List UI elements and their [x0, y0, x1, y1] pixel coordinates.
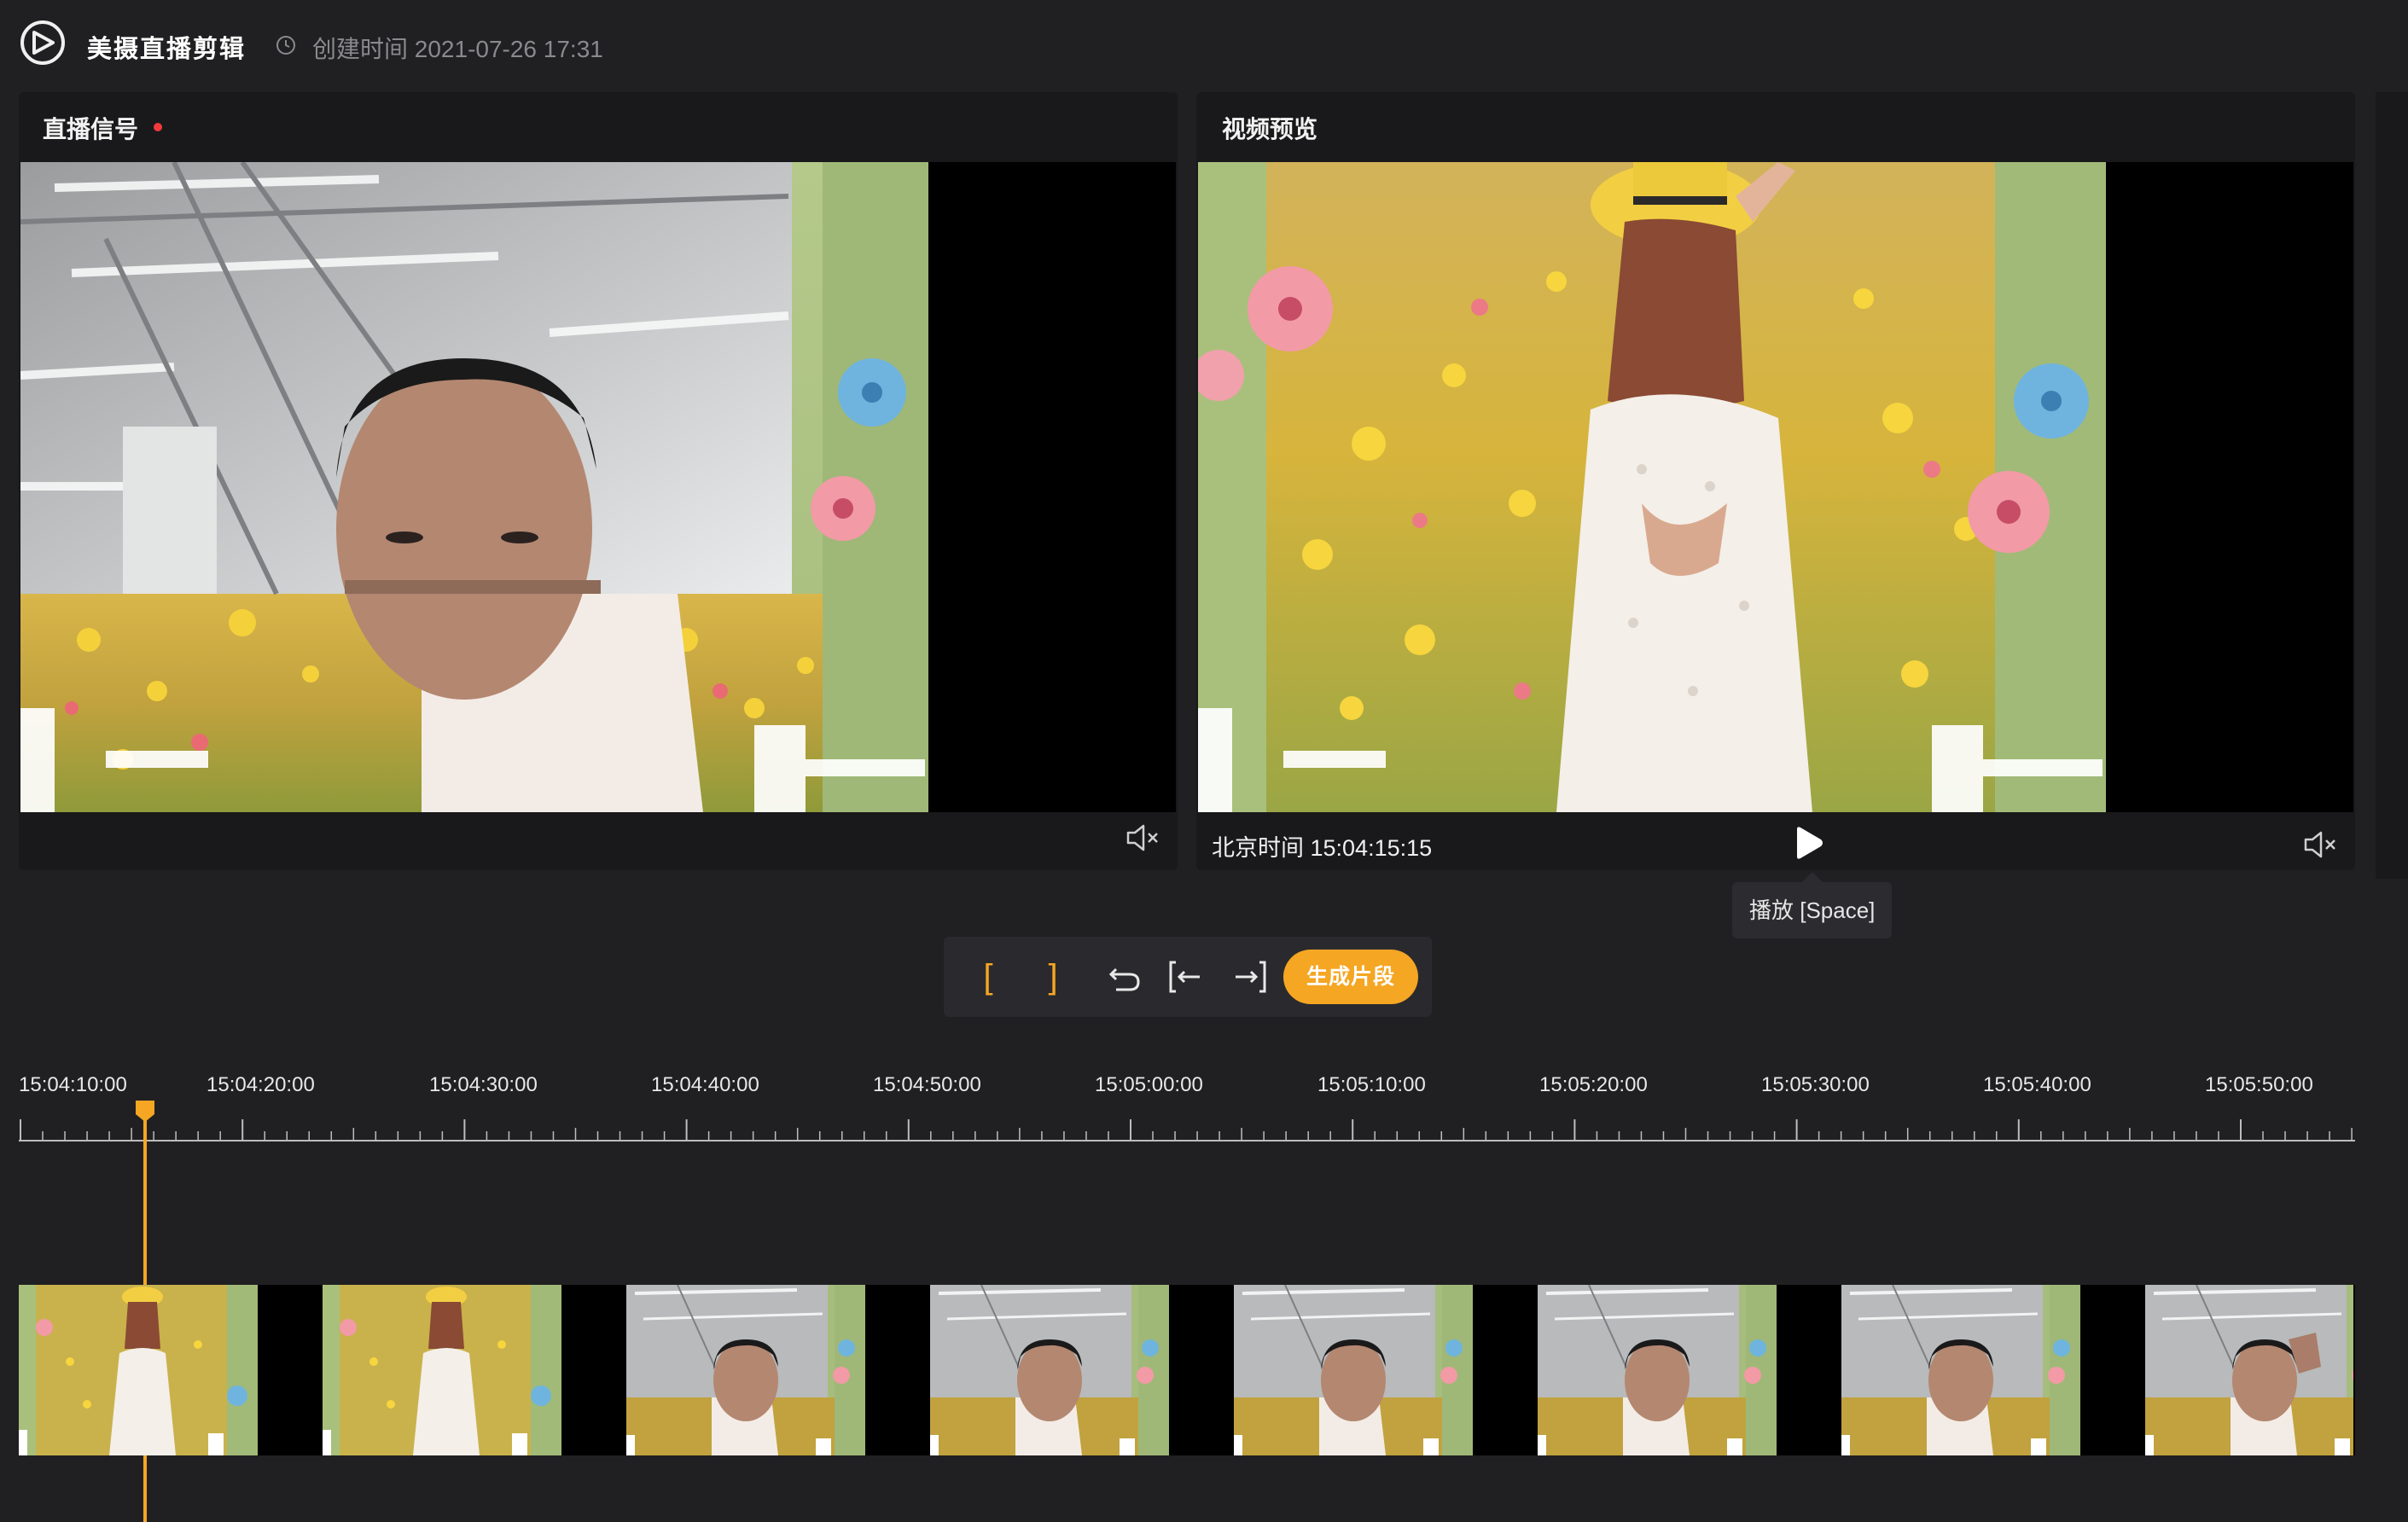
go-to-out-icon[interactable] — [1227, 954, 1273, 1000]
tick-label: 15:04:50:00 — [873, 1073, 981, 1096]
tick-label: 15:05:10:00 — [1317, 1073, 1426, 1096]
generate-clip-button[interactable]: 生成片段 — [1283, 950, 1418, 1004]
created-time: 创建时间 2021-07-26 17:31 — [312, 36, 603, 62]
timeline-thumbnail — [1538, 1285, 1777, 1455]
tick-label: 15:05:00:00 — [1095, 1073, 1203, 1096]
live-indicator — [154, 123, 162, 131]
play-icon[interactable] — [1789, 824, 1826, 862]
volume-mute-icon[interactable] — [1125, 822, 1160, 853]
clock-icon — [276, 36, 295, 55]
go-to-in-icon[interactable] — [1162, 954, 1208, 1000]
tick-label: 15:05:20:00 — [1539, 1073, 1648, 1096]
clip-toolbar: [ ] 生成片段 — [944, 937, 1432, 1017]
logo-icon — [20, 20, 65, 65]
tick-label: 15:04:40:00 — [651, 1073, 759, 1096]
tick-label: 15:05:40:00 — [1983, 1073, 2091, 1096]
live-video — [20, 162, 1176, 812]
timeline-thumbnail — [626, 1285, 865, 1455]
timeline-thumbnail — [930, 1285, 1169, 1455]
mark-in-button[interactable]: [ — [971, 954, 1005, 1000]
volume-mute-icon[interactable] — [2302, 829, 2338, 860]
timeline-thumbnail — [2145, 1285, 2353, 1455]
tick-label: 15:04:10:00 — [19, 1073, 127, 1096]
preview-video — [1198, 162, 2353, 812]
timeline-thumbnail — [1841, 1285, 2080, 1455]
play-tooltip: 播放 [Space] — [1732, 872, 1893, 938]
video-preview-title: 视频预览 — [1222, 116, 1318, 142]
ruler-ticks — [19, 1119, 2355, 1142]
timeline-ruler[interactable]: 15:04:10:00 15:04:20:00 15:04:30:00 15:0… — [19, 1058, 2355, 1143]
timeline-thumbnail — [19, 1285, 258, 1455]
timeline-thumbnail — [1234, 1285, 1473, 1455]
top-bar: 美摄直播剪辑 创建时间 2021-07-26 17:31 — [0, 0, 2408, 92]
tick-label: 15:05:30:00 — [1761, 1073, 1870, 1096]
timeline-thumbnail — [323, 1285, 561, 1455]
undo-icon[interactable] — [1101, 954, 1147, 1000]
thumbnail-strip[interactable] — [19, 1285, 2355, 1455]
mark-out-button[interactable]: ] — [1036, 954, 1070, 1000]
beijing-time: 北京时间 15:04:15:15 — [1212, 835, 1433, 861]
live-signal-title: 直播信号 — [43, 116, 139, 142]
tick-label: 15:04:20:00 — [206, 1073, 315, 1096]
side-panel-edge — [2376, 92, 2408, 879]
tick-label: 15:05:50:00 — [2205, 1073, 2313, 1096]
tick-label: 15:04:30:00 — [429, 1073, 538, 1096]
app-title: 美摄直播剪辑 — [87, 36, 247, 63]
